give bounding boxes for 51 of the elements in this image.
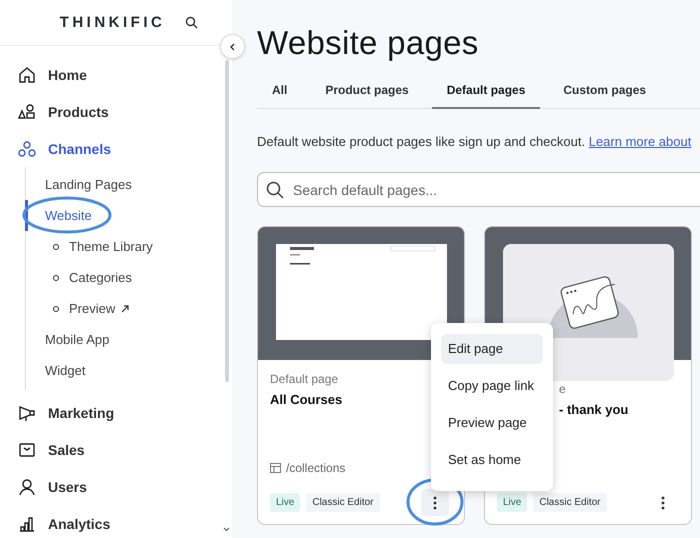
nav-item[interactable]: Analytics <box>0 505 232 538</box>
sub-nav-item[interactable]: Preview <box>69 301 116 316</box>
search-icon[interactable] <box>185 16 198 29</box>
logo[interactable]: THINKIFIC <box>60 14 166 31</box>
bullet-icon <box>53 274 59 280</box>
sub-nav-item[interactable]: Mobile App <box>26 324 232 355</box>
marketing-icon <box>18 404 36 422</box>
nav-item[interactable]: Products <box>0 93 232 130</box>
page-title-text: All Courses <box>270 392 344 407</box>
tab[interactable]: Default pages <box>432 72 540 109</box>
status-badge: Live <box>270 493 300 512</box>
description-text: Default website product pages like sign up and checkout. <box>257 134 586 149</box>
scrollbar[interactable] <box>225 60 229 382</box>
nav-item[interactable]: Sales <box>0 431 232 468</box>
page-title-text: - thank you <box>559 402 630 417</box>
status-badge: Live <box>497 493 528 512</box>
sub-nav-item[interactable]: Landing Pages <box>26 169 232 200</box>
sub-nav-item[interactable]: Website <box>24 200 232 231</box>
analytics-icon <box>18 514 36 532</box>
status-badge: Classic Editor <box>533 493 606 512</box>
sub-nav-item[interactable]: Categories <box>69 270 132 285</box>
nav-item[interactable]: Home <box>0 56 232 93</box>
channels-icon <box>18 140 36 158</box>
products-icon <box>18 102 36 120</box>
more-icon <box>433 496 437 510</box>
chevron-down-icon[interactable] <box>223 527 230 532</box>
nav-item[interactable]: Channels <box>0 130 232 167</box>
chevron-left-icon <box>228 42 236 50</box>
learn-more-link[interactable]: Learn more about <box>588 134 692 149</box>
tab[interactable]: Custom pages <box>548 72 662 109</box>
sub-nav-item[interactable]: Widget <box>26 355 232 386</box>
status-badge: Classic Editor <box>306 493 380 512</box>
bullet-icon <box>53 306 59 312</box>
sales-icon <box>18 440 36 458</box>
nav-item[interactable]: Marketing <box>0 394 232 431</box>
search-field[interactable]: Search default pages... <box>257 172 700 207</box>
tab[interactable]: Product pages <box>310 72 424 109</box>
nav-item[interactable]: Users <box>0 468 232 505</box>
tab[interactable]: All <box>257 72 302 109</box>
menu-item[interactable]: Edit page <box>441 334 543 364</box>
home-icon <box>18 66 36 84</box>
page-type-label: Default page <box>270 372 340 386</box>
bullet-icon <box>53 244 59 250</box>
users-icon <box>18 478 36 496</box>
sub-nav-item[interactable]: Theme Library <box>69 239 153 254</box>
page-path: /collections <box>286 461 346 475</box>
page-title: Website pages <box>257 24 480 62</box>
more-icon <box>661 496 665 510</box>
layout-icon <box>270 463 281 473</box>
page-type-label: e <box>559 381 567 396</box>
more-button[interactable] <box>421 489 449 516</box>
